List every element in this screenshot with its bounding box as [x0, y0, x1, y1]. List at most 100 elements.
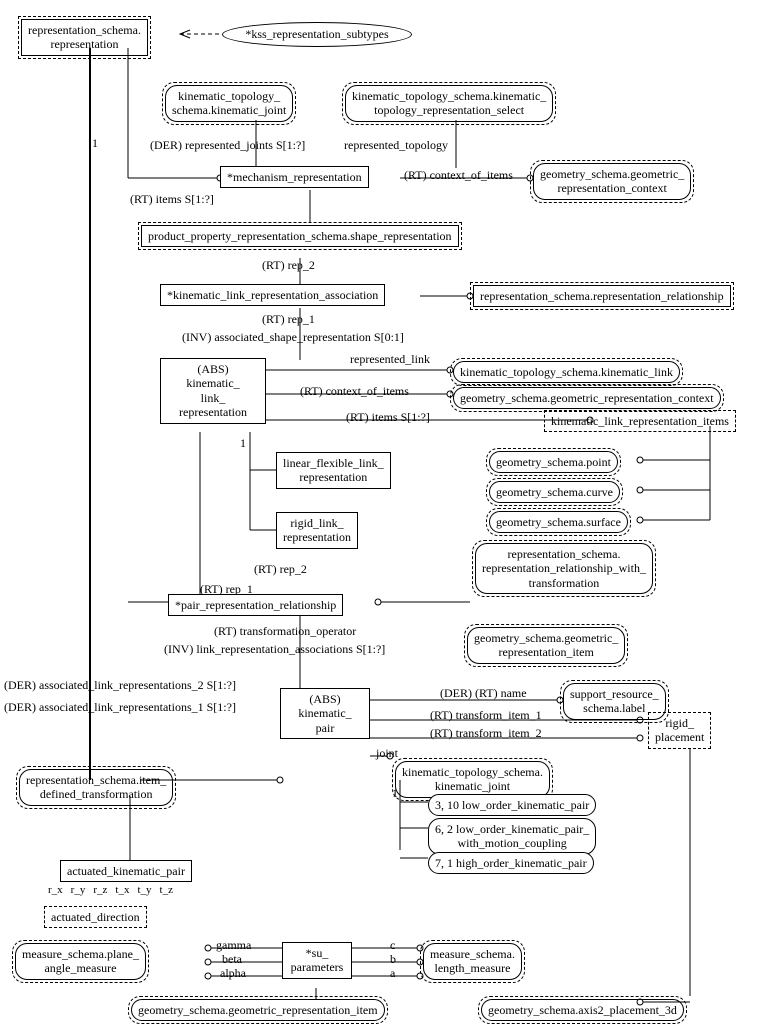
node-geom-surface: geometry_schema.surface: [486, 508, 631, 536]
text: measure_schema.length_measure: [423, 943, 522, 980]
text: 7, 1 high_order_kinematic_pair: [435, 856, 587, 870]
node-abs-kin-pair: (ABS)kinematic_pair: [280, 688, 370, 739]
node-kss-rep-subtypes: *kss_representation_subtypes: [222, 22, 412, 47]
text: geometry_schema.geometric_representation…: [131, 999, 385, 1021]
text: *kss_representation_subtypes: [245, 27, 388, 41]
label-b: b: [390, 952, 396, 967]
label-one-1: 1: [92, 136, 98, 151]
ry: r_y: [71, 884, 86, 896]
node-abs-kin-link-rep: (ABS)kinematic_link_representation: [160, 358, 266, 424]
label-alpha: alpha: [220, 966, 246, 981]
label-inv-assoc-shape: (INV) associated_shape_representation S[…: [182, 330, 404, 345]
text: geometry_schema.axis2_placement_3d: [481, 999, 684, 1021]
label-one-2: 1: [240, 436, 246, 451]
rz: r_z: [93, 884, 107, 896]
node-kin-link-rep-items: kinematic_link_representation_items: [544, 410, 736, 432]
text: measure_schema.plane_angle_measure: [15, 943, 146, 980]
node-pair-rep-rel: *pair_representation_relationship: [168, 594, 343, 616]
text: geometry_schema.geometric_representation…: [533, 163, 691, 200]
text: kinematic_topology_schema.kinematic_topo…: [345, 85, 553, 122]
node-kin-topo-link: kinematic_topology_schema.kinematic_link: [450, 358, 683, 386]
text: *pair_representation_relationship: [175, 598, 336, 612]
node-lin-flex-link-rep: linear_flexible_link_representation: [276, 452, 391, 489]
text: 6, 2 low_order_kinematic_pair_with_motio…: [435, 822, 589, 850]
node-geom-rep-item2: geometry_schema.geometric_representation…: [128, 996, 388, 1024]
text: actuated_direction: [51, 910, 140, 924]
node-plane-angle: measure_schema.plane_angle_measure: [12, 940, 149, 983]
node-kin-link-rep-assoc: *kinematic_link_representation_associati…: [160, 284, 385, 306]
text: geometry_schema.geometric_representation…: [467, 627, 625, 664]
node-axis2-3d: geometry_schema.axis2_placement_3d: [478, 996, 687, 1024]
text: geometry_schema.surface: [489, 511, 628, 533]
text: rigid_placement: [655, 716, 704, 744]
label-rep-link: represented_link: [350, 352, 430, 367]
label-rt-trans-1: (RT) transform_item_1: [430, 708, 542, 723]
text: geometry_schema.geometric_representation…: [453, 387, 721, 409]
label-rt-rep-2b: (RT) rep_2: [254, 562, 307, 577]
label-rt-rep-2: (RT) rep_2: [262, 258, 315, 273]
text: actuated_kinematic_pair: [67, 864, 185, 878]
text: product_property_representation_schema.s…: [141, 225, 459, 247]
node-low-order-pair: 3, 10 low_order_kinematic_pair: [428, 794, 596, 816]
label-beta: beta: [222, 952, 242, 967]
label-der-assoc-2: (DER) associated_link_representations_2 …: [4, 678, 236, 693]
node-kin-topo-rep-select: kinematic_topology_schema.kinematic_topo…: [342, 82, 556, 125]
text: (ABS)kinematic_pair: [298, 692, 351, 735]
node-rep-schema-rep-rel: representation_schema.representation_rel…: [470, 282, 734, 310]
node-rep-rel-with-trans: representation_schema.representation_rel…: [472, 540, 656, 597]
text: linear_flexible_link_representation: [283, 456, 384, 484]
label-rt-items: (RT) items S[1:?]: [130, 192, 214, 207]
rxyz-labels: r_x r_y r_z t_x t_y t_z: [48, 884, 173, 896]
text: kinematic_topology_schema.kinematic_join…: [395, 761, 550, 798]
text: representation_schema.representation_rel…: [475, 543, 653, 594]
node-rigid-link-rep: rigid_link_representation: [276, 512, 358, 549]
text: *kinematic_link_representation_associati…: [167, 288, 378, 302]
label-a: a: [390, 966, 395, 981]
label-rt-items2: (RT) items S[1:?]: [346, 410, 430, 425]
label-inv-link-rep: (INV) link_representation_associations S…: [164, 642, 385, 657]
label-rt-trans-2: (RT) transform_item_2: [430, 726, 542, 741]
ty: t_y: [137, 884, 151, 896]
node-su-params: *su_parameters: [282, 942, 352, 979]
label-rep-topology: represented_topology: [344, 138, 448, 153]
node-geom-point: geometry_schema.point: [486, 448, 621, 476]
label-rt-ctx-items2: (RT) context_of_items: [300, 384, 409, 399]
text: geometry_schema.curve: [489, 481, 620, 503]
node-kin-topo-joint: kinematic_topology_schema.kinematic_join…: [162, 82, 296, 125]
text: geometry_schema.point: [489, 451, 618, 473]
text: (ABS)kinematic_link_representation: [179, 362, 247, 419]
text: kinematic_link_representation_items: [551, 414, 729, 428]
tx: t_x: [115, 884, 129, 896]
node-prod-prop-shape-rep: product_property_representation_schema.s…: [138, 222, 462, 250]
node-geom-rep-ctx: geometry_schema.geometric_representation…: [530, 160, 694, 203]
node-rep-schema-rep: representation_schema.representation: [18, 16, 151, 59]
label-rt-rep-1: (RT) rep_1: [262, 312, 315, 327]
node-geom-curve: geometry_schema.curve: [486, 478, 623, 506]
label-gamma: gamma: [216, 938, 251, 953]
node-mech-rep: *mechanism_representation: [220, 166, 369, 188]
label-der-rep-joints: (DER) represented_joints S[1:?]: [150, 138, 305, 153]
rx: r_x: [48, 884, 63, 896]
diagram-canvas: representation_schema.representation *ks…: [0, 0, 764, 1032]
node-low-order-pair-mc: 6, 2 low_order_kinematic_pair_with_motio…: [428, 818, 596, 855]
label-one-3: 1: [392, 786, 398, 801]
text: representation_schema.representation: [21, 19, 148, 56]
text: *su_parameters: [291, 946, 344, 974]
label-der-rt-name: (DER) (RT) name: [440, 686, 527, 701]
node-rigid-placement: rigid_placement: [648, 712, 711, 749]
text: rigid_link_representation: [283, 516, 351, 544]
node-actuated-kin-pair: actuated_kinematic_pair: [60, 860, 192, 882]
tz: t_z: [160, 884, 173, 896]
label-c: c: [390, 938, 395, 953]
label-rt-ctx-items: (RT) context_of_items: [404, 168, 513, 183]
node-actuated-direction: actuated_direction: [44, 906, 147, 928]
label-der-assoc-1: (DER) associated_link_representations_1 …: [4, 700, 236, 715]
node-item-def-trans: representation_schema.item_defined_trans…: [16, 766, 176, 809]
node-high-order-pair: 7, 1 high_order_kinematic_pair: [428, 852, 594, 874]
text: *mechanism_representation: [227, 170, 362, 184]
node-geom-rep-item: geometry_schema.geometric_representation…: [464, 624, 628, 667]
text: kinematic_topology_schema.kinematic_join…: [165, 85, 293, 122]
node-geom-rep-ctx2: geometry_schema.geometric_representation…: [450, 384, 724, 412]
text: representation_schema.representation_rel…: [473, 285, 731, 307]
label-joint: joint: [376, 746, 398, 761]
